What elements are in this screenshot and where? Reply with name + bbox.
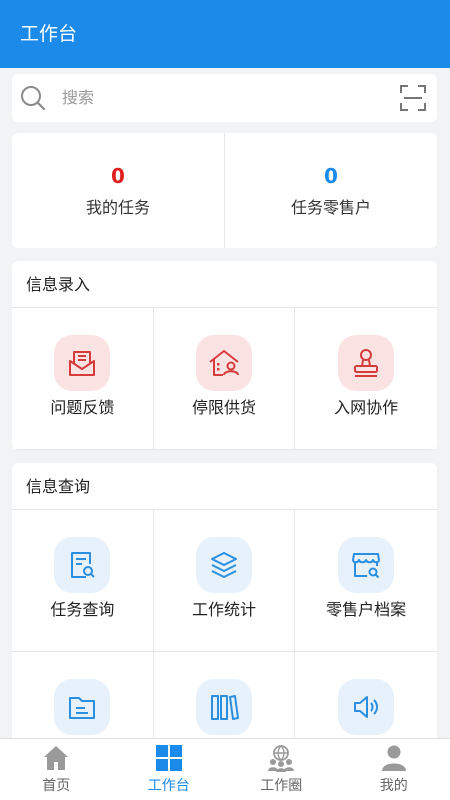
tab-workbench[interactable]: 工作台 <box>113 739 226 800</box>
section-title-info-entry: 信息录入 <box>12 261 437 308</box>
task-query-item[interactable]: 任务查询 <box>12 510 154 652</box>
issue-feedback-item[interactable]: 问题反馈 <box>12 308 154 450</box>
retailer-archive-label: 零售户档案 <box>326 600 407 619</box>
section-title-info-query: 信息查询 <box>12 463 437 510</box>
tab-workbench-label: 工作台 <box>147 778 190 794</box>
announcement-item[interactable] <box>295 652 437 743</box>
my-tasks-label: 我的任务 <box>85 198 150 217</box>
search-input[interactable]: 搜索 <box>62 86 94 110</box>
retailer-archive-item[interactable]: 零售户档案 <box>295 510 437 652</box>
task-stats: 0 我的任务 0 任务零售户 <box>12 133 437 248</box>
person-icon <box>381 745 406 771</box>
tab-work-circle[interactable]: 工作圈 <box>225 739 338 800</box>
supply-restriction-item[interactable]: 停限供货 <box>153 308 296 450</box>
mail-icon <box>54 335 111 391</box>
tab-profile[interactable]: 我的 <box>338 739 450 800</box>
page-title: 工作台 <box>20 23 78 45</box>
document-search-icon <box>54 537 111 593</box>
task-retailers-count: 0 <box>324 164 338 188</box>
tab-profile-label: 我的 <box>379 778 408 794</box>
home-icon <box>44 746 69 770</box>
info-query-section: 信息查询 任务查询 工作统计 零售户档案 <box>12 463 437 743</box>
my-tasks-count: 0 <box>111 164 125 188</box>
search-bar[interactable]: 搜索 <box>12 74 437 122</box>
books-icon <box>195 679 252 735</box>
books-item[interactable] <box>154 652 296 743</box>
task-retailers-label: 任务零售户 <box>290 198 371 217</box>
network-coop-label: 入网协作 <box>334 398 399 417</box>
store-search-icon <box>338 537 395 593</box>
work-stats-item[interactable]: 工作统计 <box>153 510 296 652</box>
task-query-label: 任务查询 <box>50 600 115 619</box>
stamp-icon <box>338 335 395 391</box>
search-icon <box>21 86 46 111</box>
folder-item[interactable] <box>12 652 154 743</box>
tab-home[interactable]: 首页 <box>0 739 113 800</box>
people-globe-icon <box>268 745 295 772</box>
house-person-icon <box>195 335 252 391</box>
issue-feedback-label: 问题反馈 <box>50 398 115 417</box>
speaker-icon <box>338 679 395 735</box>
network-coop-item[interactable]: 入网协作 <box>295 308 437 450</box>
layers-icon <box>195 537 252 593</box>
tab-work-circle-label: 工作圈 <box>260 778 303 794</box>
tab-home-label: 首页 <box>42 778 71 794</box>
task-retailers-stat[interactable]: 0 任务零售户 <box>224 133 437 248</box>
scan-icon[interactable] <box>399 84 427 112</box>
bottom-tab-bar: 首页 工作台 工作圈 我的 <box>0 738 450 800</box>
grid-icon <box>155 745 182 771</box>
work-stats-label: 工作统计 <box>191 600 256 619</box>
my-tasks-stat[interactable]: 0 我的任务 <box>12 133 224 248</box>
supply-restriction-label: 停限供货 <box>191 398 256 417</box>
info-entry-section: 信息录入 问题反馈 停限供货 入网协作 <box>12 261 437 450</box>
folder-icon <box>54 679 111 735</box>
app-bar: 工作台 <box>0 0 450 68</box>
